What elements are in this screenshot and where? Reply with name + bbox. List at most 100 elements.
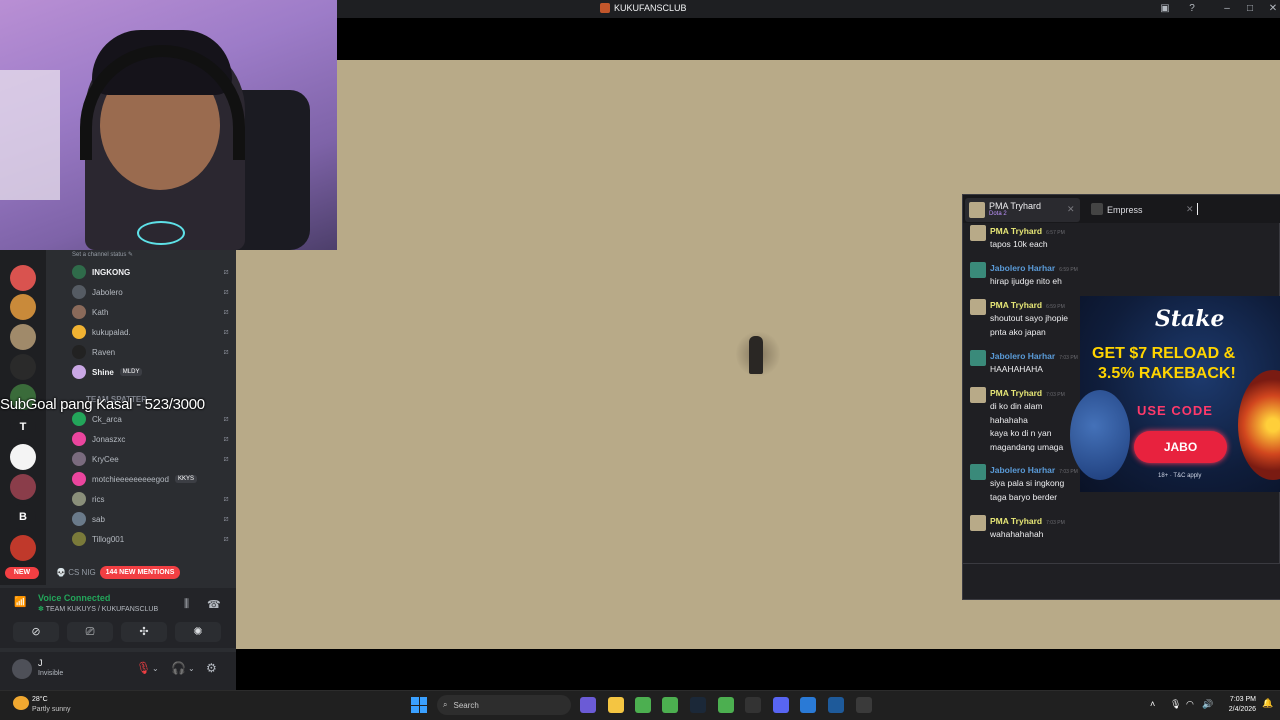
voice-user-name: Kath — [92, 307, 109, 317]
chrome-icon[interactable] — [718, 697, 734, 713]
taskbar-search[interactable]: ⌕ Search — [437, 695, 571, 715]
weather-icon[interactable] — [13, 696, 29, 710]
voice-user[interactable]: Shine MLDY — [72, 362, 232, 382]
mic-muted-icon[interactable]: 🎙 — [136, 661, 151, 675]
microphone-icon[interactable]: 🎙 — [1170, 699, 1181, 710]
server-icon[interactable]: B — [10, 504, 36, 530]
noise-suppression-icon[interactable]: ⫼ — [184, 598, 189, 611]
headphones-icon[interactable]: 🎧 — [171, 661, 186, 675]
voice-user[interactable]: sab ⧄ — [72, 509, 232, 529]
avatar — [970, 464, 986, 480]
weather-temperature[interactable]: 28°C — [32, 696, 48, 703]
chat-username[interactable]: Jabolero Harhar 7:03 PM — [990, 465, 1078, 475]
weather-description[interactable]: Partly sunny — [32, 706, 71, 713]
voice-user[interactable]: Tillog001 ⧄ — [72, 529, 232, 549]
deafened-icon: ⧄ — [223, 327, 229, 336]
server-icon[interactable] — [10, 354, 36, 380]
avatar — [72, 452, 86, 466]
voice-user[interactable]: kukupalad. ⧄ — [72, 322, 232, 342]
discord-icon[interactable] — [773, 697, 789, 713]
chat-username-text: PMA Tryhard — [990, 226, 1043, 236]
chat-username[interactable]: Jabolero Harhar 7:03 PM — [990, 351, 1078, 361]
screen-share-icon[interactable]: ▣ — [1158, 2, 1172, 16]
voice-user[interactable]: INGKONG ⧄ — [72, 262, 232, 282]
voice-user-name: Raven — [92, 347, 116, 357]
notification-icon[interactable]: 🔔 — [1262, 698, 1273, 709]
obs-icon[interactable] — [745, 697, 761, 713]
chrome-icon[interactable] — [662, 697, 678, 713]
voice-user-name: KryCee — [92, 454, 119, 464]
deafened-icon: ⧄ — [223, 347, 229, 356]
stake-logo: Stake — [1155, 306, 1225, 332]
server-icon[interactable] — [10, 444, 36, 470]
snipping-icon[interactable] — [856, 697, 872, 713]
chat-username[interactable]: PMA Tryhard 7:03 PM — [990, 516, 1065, 526]
vscode-icon[interactable] — [828, 697, 844, 713]
steam-icon[interactable] — [690, 697, 706, 713]
close-icon[interactable]: ✕ — [1186, 204, 1194, 215]
close-button[interactable]: ✕ — [1266, 2, 1280, 16]
close-icon[interactable]: ✕ — [1067, 204, 1075, 215]
chevron-up-icon[interactable]: ˄ — [1150, 699, 1155, 709]
chat-message-text: taga baryo berder — [990, 491, 1058, 502]
new-badge[interactable]: NEW — [5, 567, 39, 579]
help-icon[interactable]: ? — [1185, 2, 1199, 16]
channel-cs[interactable]: 💀 CS NIG — [56, 568, 96, 577]
avatar — [72, 492, 86, 506]
voice-user[interactable]: Jonaszxc ⧄ — [72, 429, 232, 449]
tab-avatar — [1091, 203, 1103, 215]
voice-connected-status[interactable]: Voice Connected — [38, 593, 110, 603]
minimize-button[interactable]: – — [1220, 2, 1234, 16]
voice-user[interactable]: Jabolero ⧄ — [72, 282, 232, 302]
ad-code-button[interactable]: JABO — [1134, 431, 1227, 463]
avatar[interactable] — [12, 659, 32, 679]
gear-icon[interactable]: ⚙ — [206, 661, 217, 675]
chat-message-text: magandang umaga — [990, 441, 1064, 452]
deafened-icon: ⧄ — [223, 534, 229, 543]
window-title: KUKUFANSCLUB — [600, 3, 687, 13]
soundboard-button[interactable]: ✺ — [175, 622, 221, 642]
voice-user-name: Shine — [92, 367, 114, 377]
tab-title: PMA Tryhard — [989, 201, 1042, 211]
wifi-icon[interactable]: ◠ — [1186, 699, 1194, 710]
chat-message-text: pnta ako japan — [990, 326, 1046, 337]
server-icon[interactable] — [10, 324, 36, 350]
camera-off-button[interactable]: ⊘ — [13, 622, 59, 642]
voice-user[interactable]: Raven ⧄ — [72, 342, 232, 362]
server-icon[interactable] — [10, 265, 36, 291]
clock-date[interactable]: 2/4/2026 — [1222, 706, 1256, 713]
ad-headline-2: 3.5% RAKEBACK! — [1098, 365, 1236, 382]
chat-input[interactable] — [963, 563, 1280, 599]
chat-username[interactable]: PMA Tryhard 7:03 PM — [990, 388, 1065, 398]
server-icon[interactable]: T — [10, 414, 36, 440]
chat-username[interactable]: PMA Tryhard 6:57 PM — [990, 226, 1065, 236]
maximize-button[interactable]: □ — [1243, 2, 1257, 16]
disconnect-icon[interactable]: ☎ — [207, 598, 221, 611]
chrome-icon[interactable] — [635, 697, 651, 713]
chevron-down-icon[interactable]: ⌄ — [152, 664, 159, 673]
server-icon[interactable] — [10, 294, 36, 320]
chevron-down-icon[interactable]: ⌄ — [188, 664, 195, 673]
clock-time[interactable]: 7:03 PM — [1222, 696, 1256, 703]
screen-share-button[interactable]: ⎚ — [67, 622, 113, 642]
voice-user-name: sab — [92, 514, 105, 524]
channel-status-placeholder[interactable]: Set a channel status ✎ — [72, 251, 133, 258]
file-explorer-icon[interactable] — [608, 697, 624, 713]
volume-icon[interactable]: 🔊 — [1202, 699, 1213, 710]
windows-start-icon[interactable] — [411, 697, 427, 713]
voice-user-name: rics — [92, 494, 105, 504]
voice-user[interactable]: motchieeeeeeeeegod KKYS — [72, 469, 232, 489]
chat-username[interactable]: PMA Tryhard 6:59 PM — [990, 300, 1065, 310]
activities-button[interactable]: ✣ — [121, 622, 167, 642]
voice-user[interactable]: Kath ⧄ — [72, 302, 232, 322]
server-icon[interactable] — [10, 535, 36, 561]
voice-user[interactable]: rics ⧄ — [72, 489, 232, 509]
tab-empress[interactable]: Empress — [1107, 205, 1143, 215]
notepad-icon[interactable] — [800, 697, 816, 713]
voice-user[interactable]: KryCee ⧄ — [72, 449, 232, 469]
signal-icon[interactable]: 📶 — [14, 597, 26, 608]
new-mentions-badge[interactable]: 144 NEW MENTIONS — [100, 566, 180, 579]
copilot-icon[interactable] — [580, 697, 596, 713]
chat-username[interactable]: Jabolero Harhar 6:59 PM — [990, 263, 1078, 273]
server-icon[interactable] — [10, 474, 36, 500]
